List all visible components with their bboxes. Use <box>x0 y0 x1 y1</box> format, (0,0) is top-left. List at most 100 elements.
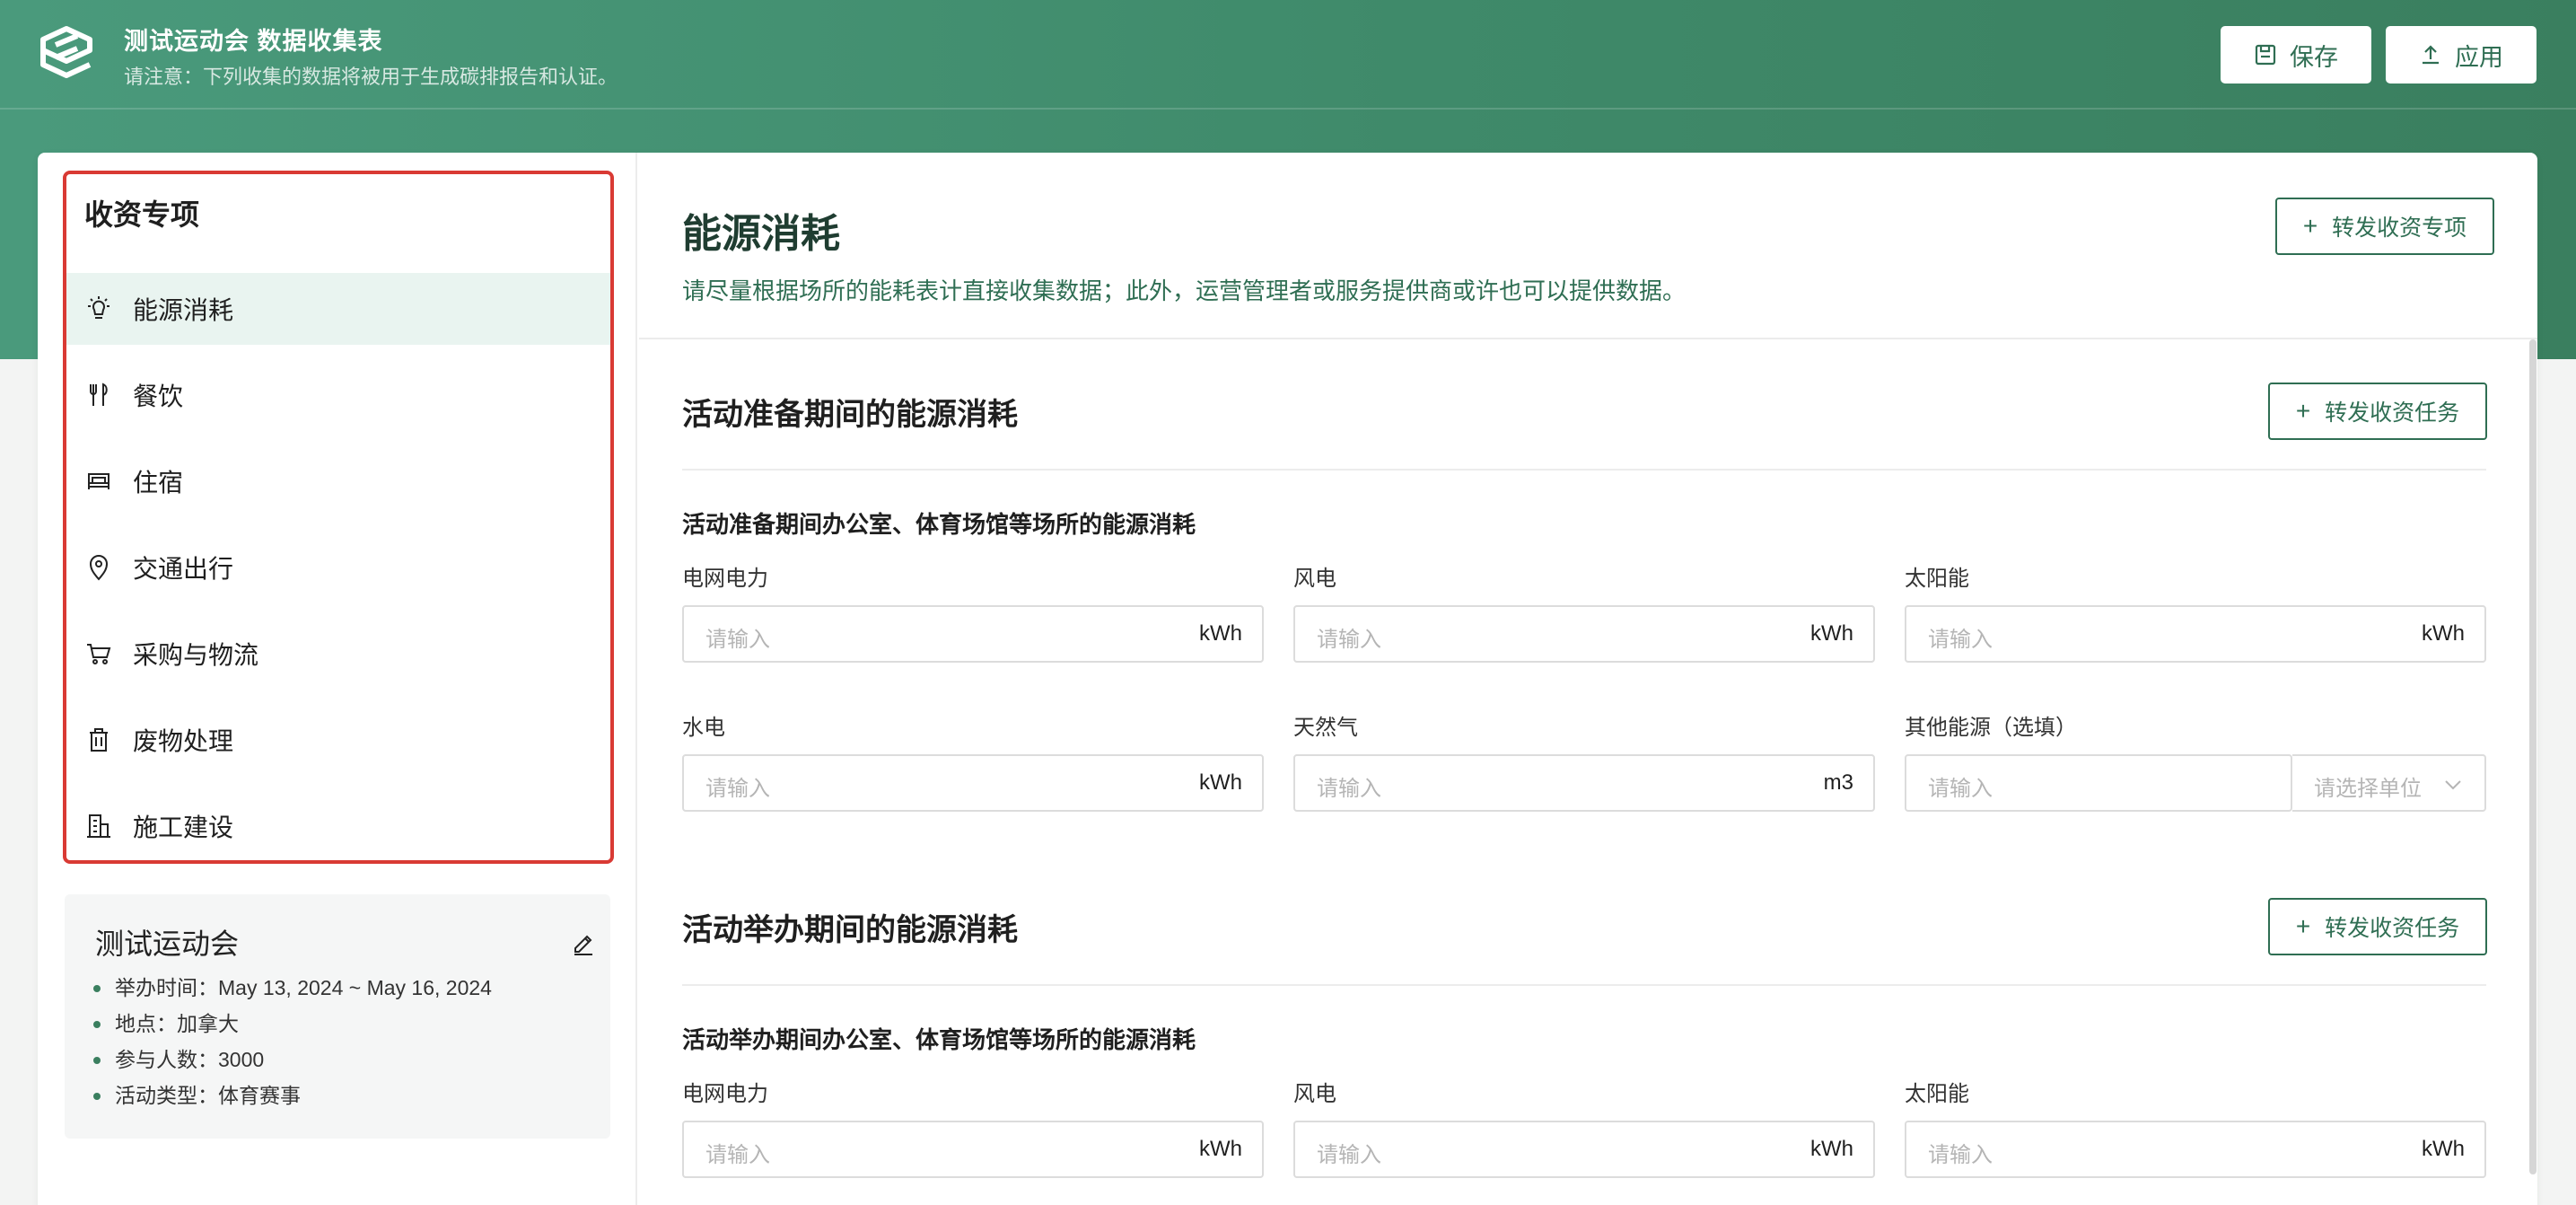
event-detail-time: 举办时间：May 13, 2024 ~ May 16, 2024 <box>93 970 492 1006</box>
forward-task-button[interactable]: + 转发收资任务 <box>2268 383 2487 440</box>
input-unit: kWh <box>1810 1137 1853 1161</box>
menu-item-waste[interactable]: 废物处理 <box>66 704 610 776</box>
forward-topic-label: 转发收资专项 <box>2332 215 2467 241</box>
menu-item-label: 施工建设 <box>133 814 234 841</box>
save-button[interactable]: 保存 <box>2221 26 2371 84</box>
event-detail-type: 活动类型：体育赛事 <box>93 1077 492 1113</box>
content-card: 收资专项 能源消耗 餐饮 住宿 交通出行 采购与物流 废物处理 施工建设 测试运… <box>38 153 2537 1205</box>
field-label: 水电 <box>682 716 725 740</box>
input-unit: kWh <box>1199 1137 1242 1161</box>
field-label: 电网电力 <box>682 567 768 591</box>
grid-electricity-input[interactable]: 请输入 kWh <box>682 1121 1264 1178</box>
menu-item-energy[interactable]: 能源消耗 <box>66 273 610 345</box>
location-pin-icon <box>89 555 109 581</box>
menu-item-label: 采购与物流 <box>133 641 259 669</box>
forward-task-button[interactable]: + 转发收资任务 <box>2268 898 2487 955</box>
apply-button[interactable]: 应用 <box>2386 26 2537 84</box>
solar-power-input[interactable]: 请输入 kWh <box>1905 1121 2486 1178</box>
field-label: 天然气 <box>1293 716 1358 740</box>
input-unit: kWh <box>2422 1137 2465 1161</box>
menu-item-procurement[interactable]: 采购与物流 <box>66 618 610 690</box>
forward-topic-button[interactable]: + 转发收资专项 <box>2275 198 2494 255</box>
section-title: 活动准备期间的能源消耗 <box>682 398 1018 432</box>
other-energy-input[interactable]: 请输入 <box>1905 754 2292 812</box>
input-placeholder: 请输入 <box>1317 1143 1381 1167</box>
header-divider <box>0 108 2576 110</box>
section-separator <box>682 984 2486 986</box>
input-placeholder: 请输入 <box>705 1143 770 1167</box>
sidebar: 收资专项 能源消耗 餐饮 住宿 交通出行 采购与物流 废物处理 施工建设 测试运… <box>38 153 637 1205</box>
event-details: 举办时间：May 13, 2024 ~ May 16, 2024 地点：加拿大 … <box>93 970 492 1113</box>
field-label: 其他能源（选填） <box>1905 716 2077 740</box>
header-separator <box>639 338 2537 339</box>
input-placeholder: 请输入 <box>705 628 770 652</box>
input-placeholder: 请输入 <box>1317 628 1381 652</box>
event-detail-location: 地点：加拿大 <box>93 1006 492 1042</box>
page-description: 请尽量根据场所的能耗表计直接收集数据；此外，运营管理者或服务提供商或许也可以提供… <box>682 277 1687 304</box>
field-label: 风电 <box>1293 1082 1336 1106</box>
app-logo-icon <box>40 26 92 78</box>
field-label: 电网电力 <box>682 1082 768 1106</box>
event-detail-participants: 参与人数：3000 <box>93 1042 492 1077</box>
menu-item-label: 交通出行 <box>133 555 234 583</box>
field-label: 太阳能 <box>1905 567 1969 591</box>
unit-select[interactable]: 请选择单位 <box>2292 754 2486 812</box>
field-label: 风电 <box>1293 567 1336 591</box>
section-separator <box>682 469 2486 471</box>
wind-power-input[interactable]: 请输入 kWh <box>1293 605 1875 663</box>
cart-icon <box>87 644 111 664</box>
menu-item-label: 能源消耗 <box>133 296 234 324</box>
section-title: 活动举办期间的能源消耗 <box>682 913 1018 947</box>
plus-icon: + <box>2295 912 2311 940</box>
bulb-icon <box>88 296 110 319</box>
input-placeholder: 请输入 <box>1928 777 1993 801</box>
topic-menu: 收资专项 能源消耗 餐饮 住宿 交通出行 采购与物流 废物处理 施工建设 <box>63 171 614 864</box>
menu-item-construction[interactable]: 施工建设 <box>66 790 610 862</box>
forward-task-label: 转发收资任务 <box>2325 916 2460 941</box>
edit-icon[interactable] <box>571 930 596 955</box>
menu-list: 能源消耗 餐饮 住宿 交通出行 采购与物流 废物处理 施工建设 <box>66 273 610 876</box>
page-title: 能源消耗 <box>682 212 840 256</box>
bed-icon <box>88 473 110 489</box>
building-icon <box>87 814 110 838</box>
input-unit: kWh <box>1810 621 1853 646</box>
plus-icon: + <box>2302 212 2318 240</box>
main-panel: 能源消耗 请尽量根据场所的能耗表计直接收集数据；此外，运营管理者或服务提供商或许… <box>639 153 2537 1205</box>
menu-item-label: 餐饮 <box>133 383 184 410</box>
menu-item-lodging[interactable]: 住宿 <box>66 445 610 517</box>
input-placeholder: 请输入 <box>1317 777 1381 801</box>
app-subtitle: 请注意：下列收集的数据将被用于生成碳排报告和认证。 <box>124 66 618 88</box>
field-label: 太阳能 <box>1905 1082 1969 1106</box>
menu-item-label: 住宿 <box>133 469 184 497</box>
input-unit: kWh <box>1199 770 1242 795</box>
hydro-power-input[interactable]: 请输入 kWh <box>682 754 1264 812</box>
wind-power-input[interactable]: 请输入 kWh <box>1293 1121 1875 1178</box>
menu-item-label: 废物处理 <box>133 727 234 755</box>
input-unit: m3 <box>1823 770 1853 795</box>
save-icon <box>2255 44 2276 66</box>
app-title: 测试运动会 数据收集表 <box>124 28 383 55</box>
input-placeholder: 请输入 <box>1928 628 1993 652</box>
input-placeholder: 请输入 <box>705 777 770 801</box>
menu-title: 收资专项 <box>84 198 200 231</box>
apply-button-label: 应用 <box>2455 43 2503 71</box>
chevron-down-icon <box>2445 780 2461 790</box>
event-info-card: 测试运动会 举办时间：May 13, 2024 ~ May 16, 2024 地… <box>65 894 610 1139</box>
input-unit: kWh <box>2422 621 2465 646</box>
menu-item-transport[interactable]: 交通出行 <box>66 532 610 603</box>
trash-icon <box>90 728 108 752</box>
event-name: 测试运动会 <box>95 928 240 960</box>
natural-gas-input[interactable]: 请输入 m3 <box>1293 754 1875 812</box>
input-unit: kWh <box>1199 621 1242 646</box>
utensils-icon <box>90 383 108 406</box>
section-subtitle: 活动准备期间办公室、体育场馆等场所的能源消耗 <box>682 511 1196 538</box>
select-placeholder: 请选择单位 <box>2314 777 2422 801</box>
solar-power-input[interactable]: 请输入 kWh <box>1905 605 2486 663</box>
grid-electricity-input[interactable]: 请输入 kWh <box>682 605 1264 663</box>
scrollbar[interactable] <box>2529 339 2537 1174</box>
plus-icon: + <box>2295 397 2311 425</box>
forward-task-label: 转发收资任务 <box>2325 400 2460 426</box>
section-subtitle: 活动举办期间办公室、体育场馆等场所的能源消耗 <box>682 1026 1196 1053</box>
menu-item-catering[interactable]: 餐饮 <box>66 359 610 431</box>
input-placeholder: 请输入 <box>1928 1143 1993 1167</box>
